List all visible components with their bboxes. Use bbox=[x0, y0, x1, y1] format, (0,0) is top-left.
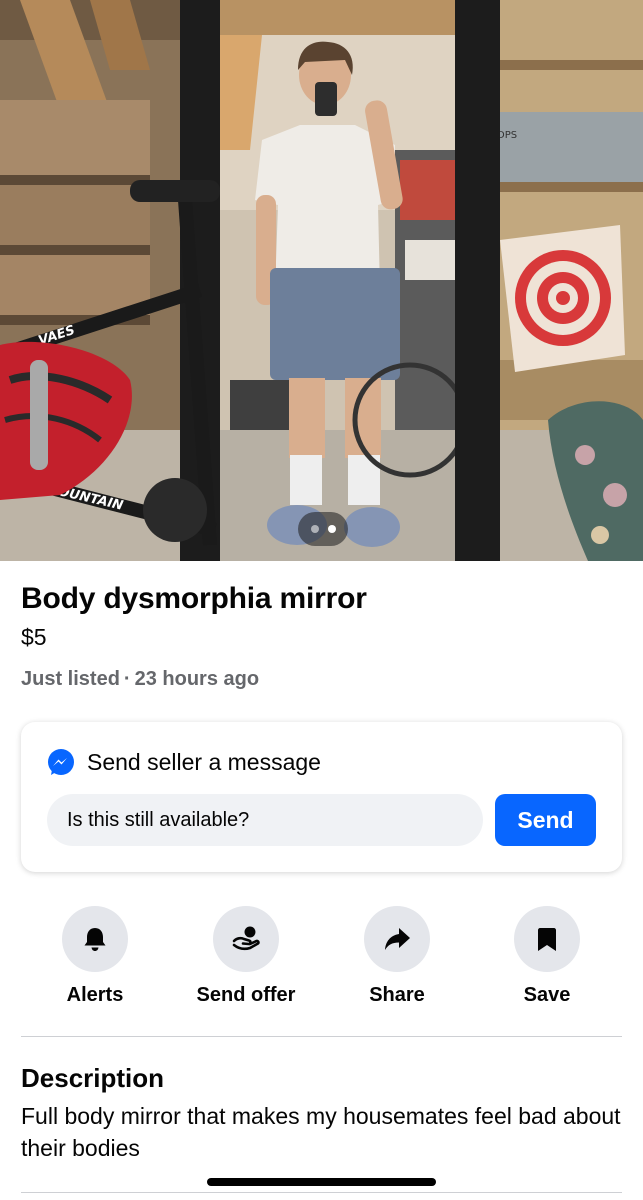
home-indicator[interactable] bbox=[207, 1178, 436, 1186]
message-card-header: Send seller a message bbox=[47, 748, 321, 776]
send-message-button[interactable]: Send bbox=[495, 794, 596, 846]
send-seller-message-card: Send seller a message Send bbox=[21, 722, 622, 872]
shelf-box-text: DPS bbox=[497, 130, 517, 141]
listing-photo-illustration: DPS VAES MOUNTAIN bbox=[0, 0, 643, 561]
description-heading: Description bbox=[21, 1063, 165, 1093]
save-icon-circle[interactable] bbox=[514, 906, 580, 972]
carousel-dot-active[interactable] bbox=[327, 525, 336, 533]
share-arrow-icon bbox=[385, 928, 410, 950]
bookmark-icon bbox=[538, 928, 556, 951]
send-offer-icon-circle[interactable] bbox=[213, 906, 279, 972]
share-icon-circle[interactable] bbox=[364, 906, 430, 972]
bell-icon bbox=[84, 928, 106, 951]
share-button[interactable]: Share bbox=[322, 906, 472, 1007]
section-divider-bottom bbox=[21, 1192, 622, 1193]
listing-photo[interactable]: DPS VAES MOUNTAIN bbox=[0, 0, 643, 561]
carousel-dot[interactable] bbox=[310, 525, 319, 533]
listing-meta: Just listed · 23 hours ago bbox=[21, 668, 259, 691]
listed-time: 23 hours ago bbox=[134, 668, 260, 690]
listing-actions: Alerts Send offer Share Save bbox=[0, 906, 643, 1016]
hand-dollar-icon bbox=[232, 926, 260, 951]
save-label: Save bbox=[523, 984, 571, 1006]
messenger-icon bbox=[48, 749, 74, 775]
description-body: Full body mirror that makes my housemate… bbox=[21, 1103, 621, 1161]
meta-separator: · bbox=[123, 668, 131, 690]
message-input[interactable] bbox=[47, 794, 483, 846]
listing-price: $5 bbox=[21, 624, 47, 650]
alerts-icon-circle[interactable] bbox=[62, 906, 128, 972]
alerts-button[interactable]: Alerts bbox=[20, 906, 170, 1007]
section-divider bbox=[21, 1036, 622, 1037]
listing-title: Body dysmorphia mirror bbox=[21, 582, 367, 615]
save-button[interactable]: Save bbox=[472, 906, 622, 1007]
listed-status: Just listed bbox=[21, 668, 120, 690]
share-label: Share bbox=[369, 984, 425, 1006]
send-offer-label: Send offer bbox=[196, 984, 296, 1006]
alerts-label: Alerts bbox=[66, 984, 124, 1006]
message-card-heading: Send seller a message bbox=[87, 748, 321, 775]
photo-carousel-indicator[interactable] bbox=[298, 512, 348, 546]
send-offer-button[interactable]: Send offer bbox=[171, 906, 321, 1007]
